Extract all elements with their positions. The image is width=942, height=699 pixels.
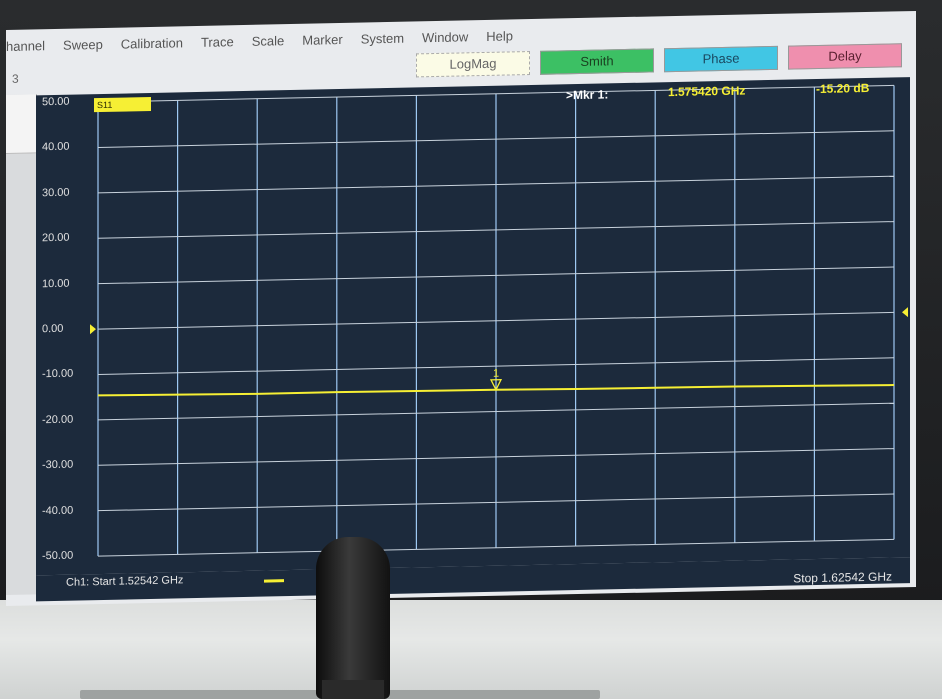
marker-label: >Mkr 1:: [566, 87, 609, 103]
y-tick-label: -20.00: [42, 413, 74, 427]
left-side-panel: [6, 94, 37, 595]
trace-legend-line: [264, 579, 284, 583]
tab-number: 3: [12, 71, 19, 86]
marker-value: -15.20 dB: [816, 80, 870, 97]
plot-grid: 1: [90, 84, 908, 557]
trace-badge[interactable]: S11: [94, 96, 151, 113]
plot-area: 1 50.00 40.00 30.00 20.00 10.00 0.00 -10…: [36, 77, 910, 576]
menu-help[interactable]: Help: [477, 25, 522, 48]
logmag-button[interactable]: LogMag: [416, 51, 530, 78]
y-tick-label: -30.00: [42, 458, 74, 472]
y-tick-label: 0.00: [42, 322, 64, 336]
y-tick-label: 40.00: [42, 141, 70, 154]
y-tick-label: -40.00: [42, 504, 74, 517]
menu-window[interactable]: Window: [413, 26, 477, 49]
menu-scale[interactable]: Scale: [243, 30, 294, 53]
reference-marker-right: [902, 307, 908, 318]
antenna: [316, 537, 390, 699]
sweep-stop: Stop 1.62542 GHz: [793, 569, 892, 586]
sweep-start: Ch1: Start 1.52542 GHz: [66, 574, 184, 589]
y-tick-label: 30.00: [42, 186, 70, 200]
y-tick-label: 10.00: [42, 277, 70, 290]
menu-trace[interactable]: Trace: [192, 31, 243, 54]
delay-button[interactable]: Delay: [788, 43, 902, 70]
y-tick-label: 20.00: [42, 231, 70, 245]
y-tick-label: -50.00: [42, 549, 74, 563]
left-panel-tab[interactable]: [6, 94, 36, 154]
menu-system[interactable]: System: [352, 27, 413, 50]
menu-calibration[interactable]: Calibration: [112, 32, 192, 56]
format-toolbar: LogMag Smith Phase Delay: [416, 43, 902, 78]
analyzer-screen: hannel Sweep Calibration Trace Scale Mar…: [6, 10, 916, 606]
smith-button[interactable]: Smith: [540, 48, 654, 75]
menu-sweep[interactable]: Sweep: [54, 34, 112, 57]
phase-button[interactable]: Phase: [664, 45, 778, 73]
menu-channel[interactable]: hannel: [6, 35, 54, 58]
y-tick-label: 50.00: [42, 95, 70, 109]
marker-frequency: 1.575420 GHz: [668, 83, 746, 100]
marker-1-number: 1: [493, 368, 499, 380]
menu-marker[interactable]: Marker: [293, 29, 351, 52]
y-tick-label: -10.00: [42, 367, 74, 381]
reference-marker-left: [90, 324, 96, 335]
antenna-connector: [322, 680, 384, 699]
monitor-bottom-frame: [0, 600, 942, 699]
